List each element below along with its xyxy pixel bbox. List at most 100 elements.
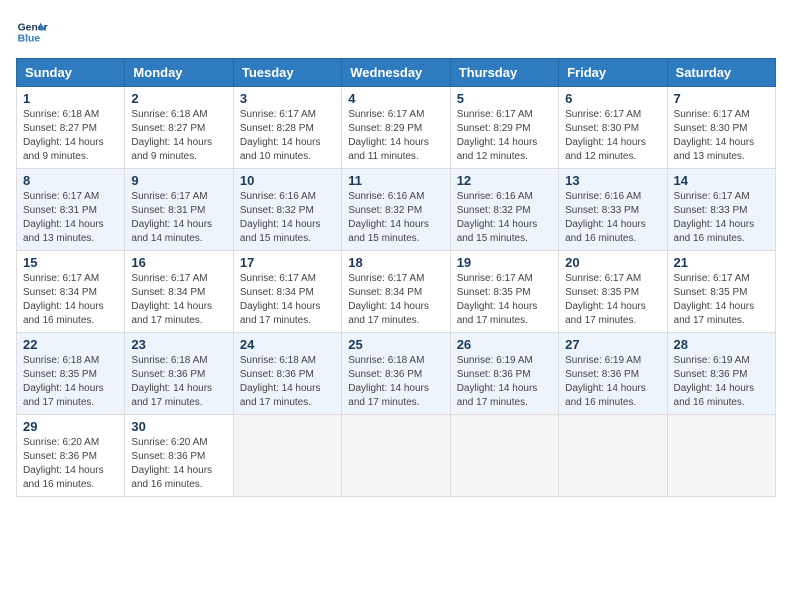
day-info: Sunrise: 6:17 AMSunset: 8:35 PMDaylight:… <box>674 272 769 328</box>
day-info: Sunrise: 6:17 AMSunset: 8:34 PMDaylight:… <box>23 272 118 328</box>
day-number: 3 <box>240 91 335 106</box>
day-number: 12 <box>457 173 552 188</box>
day-number: 18 <box>348 255 443 270</box>
calendar-week-row: 1 Sunrise: 6:18 AMSunset: 8:27 PMDaylight… <box>17 87 776 169</box>
day-info: Sunrise: 6:19 AMSunset: 8:36 PMDaylight:… <box>674 354 769 410</box>
calendar-day-cell: 3 Sunrise: 6:17 AMSunset: 8:28 PMDaylight… <box>233 87 341 169</box>
day-info: Sunrise: 6:17 AMSunset: 8:34 PMDaylight:… <box>240 272 335 328</box>
day-info: Sunrise: 6:17 AMSunset: 8:28 PMDaylight:… <box>240 108 335 164</box>
day-info: Sunrise: 6:17 AMSunset: 8:35 PMDaylight:… <box>565 272 660 328</box>
day-info: Sunrise: 6:18 AMSunset: 8:27 PMDaylight:… <box>131 108 226 164</box>
day-number: 29 <box>23 419 118 434</box>
calendar-day-cell: 2 Sunrise: 6:18 AMSunset: 8:27 PMDaylight… <box>125 87 233 169</box>
page-header: General Blue <box>16 16 776 48</box>
calendar-day-cell: 30 Sunrise: 6:20 AMSunset: 8:36 PMDayligh… <box>125 415 233 497</box>
calendar-table: SundayMondayTuesdayWednesdayThursdayFrid… <box>16 58 776 497</box>
day-info: Sunrise: 6:20 AMSunset: 8:36 PMDaylight:… <box>131 436 226 492</box>
day-number: 19 <box>457 255 552 270</box>
calendar-day-cell: 25 Sunrise: 6:18 AMSunset: 8:36 PMDayligh… <box>342 333 450 415</box>
day-info: Sunrise: 6:17 AMSunset: 8:34 PMDaylight:… <box>348 272 443 328</box>
calendar-day-cell: 10Sunrise: 6:16 AMSunset: 8:32 PMDayligh… <box>233 169 341 251</box>
calendar-day-cell: 21 Sunrise: 6:17 AMSunset: 8:35 PMDayligh… <box>667 251 775 333</box>
day-number: 14 <box>674 173 769 188</box>
day-number: 27 <box>565 337 660 352</box>
calendar-day-cell: 20 Sunrise: 6:17 AMSunset: 8:35 PMDayligh… <box>559 251 667 333</box>
day-number: 22 <box>23 337 118 352</box>
dow-header: Tuesday <box>233 59 341 87</box>
day-number: 21 <box>674 255 769 270</box>
calendar-day-cell: 13 Sunrise: 6:16 AMSunset: 8:33 PMDayligh… <box>559 169 667 251</box>
day-info: Sunrise: 6:18 AMSunset: 8:36 PMDaylight:… <box>240 354 335 410</box>
day-number: 16 <box>131 255 226 270</box>
calendar-day-cell <box>450 415 558 497</box>
days-of-week-row: SundayMondayTuesdayWednesdayThursdayFrid… <box>17 59 776 87</box>
day-info: Sunrise: 6:16 AMSunset: 8:32 PMDaylight:… <box>457 190 552 246</box>
day-number: 4 <box>348 91 443 106</box>
day-number: 1 <box>23 91 118 106</box>
day-number: 17 <box>240 255 335 270</box>
dow-header: Sunday <box>17 59 125 87</box>
calendar-day-cell: 14 Sunrise: 6:17 AMSunset: 8:33 PMDayligh… <box>667 169 775 251</box>
day-number: 13 <box>565 173 660 188</box>
calendar-day-cell: 11 Sunrise: 6:16 AMSunset: 8:32 PMDayligh… <box>342 169 450 251</box>
day-number: 26 <box>457 337 552 352</box>
day-info: Sunrise: 6:19 AMSunset: 8:36 PMDaylight:… <box>457 354 552 410</box>
day-info: Sunrise: 6:17 AMSunset: 8:30 PMDaylight:… <box>565 108 660 164</box>
day-number: 6 <box>565 91 660 106</box>
day-number: 24 <box>240 337 335 352</box>
calendar-day-cell: 29 Sunrise: 6:20 AMSunset: 8:36 PMDayligh… <box>17 415 125 497</box>
day-info: Sunrise: 6:16 AMSunset: 8:32 PMDaylight:… <box>240 190 335 246</box>
calendar-day-cell: 16 Sunrise: 6:17 AMSunset: 8:34 PMDayligh… <box>125 251 233 333</box>
day-number: 11 <box>348 173 443 188</box>
day-info: Sunrise: 6:18 AMSunset: 8:27 PMDaylight:… <box>23 108 118 164</box>
calendar-day-cell <box>667 415 775 497</box>
calendar-body: 1 Sunrise: 6:18 AMSunset: 8:27 PMDaylight… <box>17 87 776 497</box>
calendar-day-cell <box>233 415 341 497</box>
day-info: Sunrise: 6:17 AMSunset: 8:31 PMDaylight:… <box>131 190 226 246</box>
day-number: 2 <box>131 91 226 106</box>
dow-header: Saturday <box>667 59 775 87</box>
day-number: 25 <box>348 337 443 352</box>
dow-header: Thursday <box>450 59 558 87</box>
calendar-week-row: 22 Sunrise: 6:18 AMSunset: 8:35 PMDayligh… <box>17 333 776 415</box>
day-number: 30 <box>131 419 226 434</box>
logo-icon: General Blue <box>16 16 48 48</box>
day-info: Sunrise: 6:18 AMSunset: 8:36 PMDaylight:… <box>348 354 443 410</box>
day-number: 15 <box>23 255 118 270</box>
day-info: Sunrise: 6:17 AMSunset: 8:33 PMDaylight:… <box>674 190 769 246</box>
dow-header: Monday <box>125 59 233 87</box>
calendar-day-cell: 9 Sunrise: 6:17 AMSunset: 8:31 PMDaylight… <box>125 169 233 251</box>
calendar-day-cell: 23 Sunrise: 6:18 AMSunset: 8:36 PMDayligh… <box>125 333 233 415</box>
calendar-day-cell: 12 Sunrise: 6:16 AMSunset: 8:32 PMDayligh… <box>450 169 558 251</box>
calendar-week-row: 29 Sunrise: 6:20 AMSunset: 8:36 PMDayligh… <box>17 415 776 497</box>
calendar-day-cell: 19 Sunrise: 6:17 AMSunset: 8:35 PMDayligh… <box>450 251 558 333</box>
day-number: 20 <box>565 255 660 270</box>
day-info: Sunrise: 6:17 AMSunset: 8:30 PMDaylight:… <box>674 108 769 164</box>
calendar-day-cell: 28Sunrise: 6:19 AMSunset: 8:36 PMDayligh… <box>667 333 775 415</box>
dow-header: Wednesday <box>342 59 450 87</box>
calendar-day-cell: 1 Sunrise: 6:18 AMSunset: 8:27 PMDaylight… <box>17 87 125 169</box>
day-info: Sunrise: 6:20 AMSunset: 8:36 PMDaylight:… <box>23 436 118 492</box>
calendar-day-cell: 18 Sunrise: 6:17 AMSunset: 8:34 PMDayligh… <box>342 251 450 333</box>
calendar-day-cell: 17 Sunrise: 6:17 AMSunset: 8:34 PMDayligh… <box>233 251 341 333</box>
calendar-day-cell: 22 Sunrise: 6:18 AMSunset: 8:35 PMDayligh… <box>17 333 125 415</box>
day-number: 7 <box>674 91 769 106</box>
day-info: Sunrise: 6:19 AMSunset: 8:36 PMDaylight:… <box>565 354 660 410</box>
calendar-week-row: 15 Sunrise: 6:17 AMSunset: 8:34 PMDayligh… <box>17 251 776 333</box>
day-info: Sunrise: 6:18 AMSunset: 8:35 PMDaylight:… <box>23 354 118 410</box>
day-info: Sunrise: 6:16 AMSunset: 8:33 PMDaylight:… <box>565 190 660 246</box>
day-number: 23 <box>131 337 226 352</box>
day-info: Sunrise: 6:17 AMSunset: 8:29 PMDaylight:… <box>348 108 443 164</box>
day-info: Sunrise: 6:18 AMSunset: 8:36 PMDaylight:… <box>131 354 226 410</box>
calendar-day-cell: 4 Sunrise: 6:17 AMSunset: 8:29 PMDaylight… <box>342 87 450 169</box>
day-info: Sunrise: 6:17 AMSunset: 8:34 PMDaylight:… <box>131 272 226 328</box>
calendar-week-row: 8 Sunrise: 6:17 AMSunset: 8:31 PMDaylight… <box>17 169 776 251</box>
calendar-day-cell: 27 Sunrise: 6:19 AMSunset: 8:36 PMDayligh… <box>559 333 667 415</box>
svg-text:Blue: Blue <box>18 34 41 45</box>
calendar-day-cell: 5Sunrise: 6:17 AMSunset: 8:29 PMDaylight… <box>450 87 558 169</box>
day-number: 8 <box>23 173 118 188</box>
day-info: Sunrise: 6:16 AMSunset: 8:32 PMDaylight:… <box>348 190 443 246</box>
calendar-day-cell <box>559 415 667 497</box>
day-info: Sunrise: 6:17 AMSunset: 8:35 PMDaylight:… <box>457 272 552 328</box>
day-number: 9 <box>131 173 226 188</box>
